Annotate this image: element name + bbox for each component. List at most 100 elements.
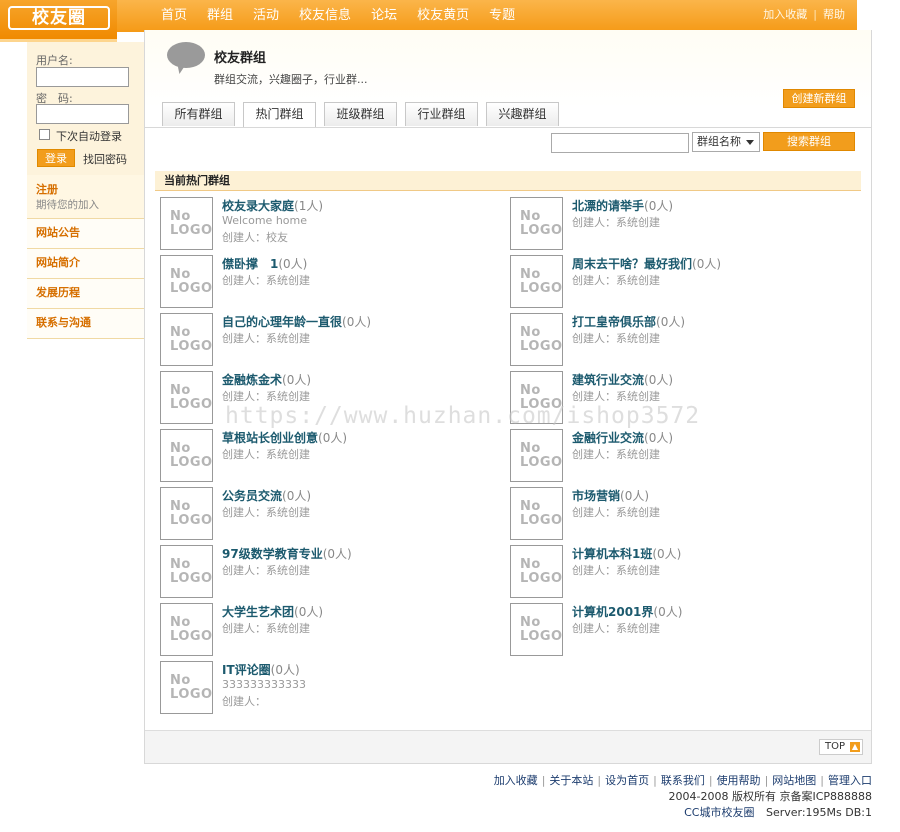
nav-home[interactable]: 首页: [161, 0, 187, 32]
group-logo-placeholder[interactable]: No LOGO: [510, 429, 563, 482]
top-navbar: 首页 群组 活动 校友信息 论坛 校友黄页 专题 加入收藏 | 帮助: [27, 0, 857, 32]
group-name: 公务员交流: [222, 489, 283, 503]
tab-industry-groups[interactable]: 行业群组: [405, 102, 478, 126]
footer-link-help[interactable]: 使用帮助: [717, 774, 761, 787]
group-logo-placeholder[interactable]: No LOGO: [510, 545, 563, 598]
search-input[interactable]: [551, 133, 689, 153]
group-member-count: (0人): [644, 199, 674, 213]
group-name-link[interactable]: 僸卧撑 1(0人): [222, 255, 307, 272]
group-name-link[interactable]: 周末去干啥？最好我们(0人): [572, 255, 721, 272]
group-creator: 创建人：系统创建: [222, 274, 310, 287]
footer-link-admin[interactable]: 管理入口: [828, 774, 872, 787]
footer-site-name[interactable]: CC城市校友圈: [684, 806, 754, 819]
back-to-top-button[interactable]: TOP ▲: [819, 739, 863, 755]
add-favorite-link[interactable]: 加入收藏: [763, 8, 807, 21]
group-logo-placeholder[interactable]: No LOGO: [160, 545, 213, 598]
create-group-button[interactable]: 创建新群组: [783, 89, 855, 108]
login-button[interactable]: 登录: [37, 149, 75, 167]
group-tabs: 所有群组 热门群组 班级群组 行业群组 兴趣群组: [162, 102, 567, 128]
group-name-link[interactable]: 金融行业交流(0人): [572, 429, 673, 446]
search-groups-button[interactable]: 搜索群组: [763, 132, 855, 151]
group-name: 北漂的请举手: [572, 199, 645, 213]
group-name-link[interactable]: 草根站长创业创意(0人): [222, 429, 347, 446]
group-name-link[interactable]: 市场营销(0人): [572, 487, 649, 504]
group-card: No LOGO 周末去干啥？最好我们(0人) 创建人：系统创建: [510, 255, 850, 309]
group-logo-placeholder[interactable]: No LOGO: [510, 487, 563, 540]
group-creator: 创建人：系统创建: [572, 506, 660, 519]
tab-all-groups[interactable]: 所有群组: [162, 102, 235, 126]
group-logo-placeholder[interactable]: No LOGO: [160, 661, 213, 714]
footer-link-favorite[interactable]: 加入收藏: [494, 774, 538, 787]
group-name: IT评论圈: [222, 663, 271, 677]
nav-forum[interactable]: 论坛: [371, 0, 397, 32]
group-name-link[interactable]: 北漂的请举手(0人): [572, 197, 673, 214]
no-logo-text: No LOGO: [170, 557, 213, 586]
group-logo-placeholder[interactable]: No LOGO: [510, 313, 563, 366]
group-creator: 创建人：系统创建: [572, 390, 660, 403]
group-name-link[interactable]: 公务员交流(0人): [222, 487, 311, 504]
group-logo-placeholder[interactable]: No LOGO: [160, 313, 213, 366]
tab-class-groups[interactable]: 班级群组: [324, 102, 397, 126]
sidebar-item-register[interactable]: 注册 期待您的加入: [27, 175, 144, 219]
remember-checkbox[interactable]: [39, 129, 50, 140]
group-logo-placeholder[interactable]: No LOGO: [160, 429, 213, 482]
help-link[interactable]: 帮助: [823, 8, 845, 21]
group-name-link[interactable]: 大学生艺术团(0人): [222, 603, 323, 620]
group-member-count: (0人): [270, 663, 300, 677]
nav-yellow-pages[interactable]: 校友黄页: [417, 0, 469, 32]
footer-link-homepage[interactable]: 设为首页: [605, 774, 649, 787]
group-name-link[interactable]: 计算机本科1班(0人): [572, 545, 681, 562]
username-input[interactable]: [36, 67, 129, 87]
group-logo-placeholder[interactable]: No LOGO: [510, 255, 563, 308]
group-card: No LOGO 草根站长创业创意(0人) 创建人：系统创建: [160, 429, 500, 483]
group-name-link[interactable]: 校友录大家庭(1人): [222, 197, 323, 214]
group-logo-placeholder[interactable]: No LOGO: [510, 197, 563, 250]
nav-topics[interactable]: 专题: [489, 0, 515, 32]
main-nav: 首页 群组 活动 校友信息 论坛 校友黄页 专题: [161, 0, 535, 32]
group-member-count: (1人): [294, 199, 324, 213]
group-name: 周末去干啥？最好我们: [572, 257, 693, 271]
group-name-link[interactable]: 金融炼金术(0人): [222, 371, 311, 388]
group-logo-placeholder[interactable]: No LOGO: [510, 371, 563, 424]
group-member-count: (0人): [653, 605, 683, 619]
sidebar-item-history[interactable]: 发展历程: [27, 279, 144, 309]
group-logo-placeholder[interactable]: No LOGO: [160, 603, 213, 656]
register-subtitle: 期待您的加入: [36, 199, 99, 211]
group-name: 金融炼金术: [222, 373, 283, 387]
footer-link-contact[interactable]: 联系我们: [661, 774, 705, 787]
group-name: 计算机2001界: [572, 605, 654, 619]
tab-interest-groups[interactable]: 兴趣群组: [486, 102, 559, 126]
footer-link-about[interactable]: 关于本站: [549, 774, 593, 787]
group-logo-placeholder[interactable]: No LOGO: [510, 603, 563, 656]
group-logo-placeholder[interactable]: No LOGO: [160, 255, 213, 308]
group-name-link[interactable]: 打工皇帝俱乐部(0人): [572, 313, 685, 330]
group-creator: 创建人：系统创建: [222, 390, 310, 403]
group-description: Welcome home: [222, 214, 307, 227]
tab-hot-groups[interactable]: 热门群组: [243, 102, 316, 128]
nav-groups[interactable]: 群组: [207, 0, 233, 32]
search-bar: 群组名称 搜索群组: [145, 127, 871, 161]
group-name-link[interactable]: 97级数学教育专业(0人): [222, 545, 352, 562]
nav-alumni-info[interactable]: 校友信息: [299, 0, 351, 32]
sidebar-item-announcements[interactable]: 网站公告: [27, 219, 144, 249]
group-name: 僸卧撑 1: [222, 257, 279, 271]
group-logo-placeholder[interactable]: No LOGO: [160, 487, 213, 540]
group-logo-placeholder[interactable]: No LOGO: [160, 371, 213, 424]
sidebar-item-about[interactable]: 网站简介: [27, 249, 144, 279]
group-name: 打工皇帝俱乐部: [572, 315, 657, 329]
nav-events[interactable]: 活动: [253, 0, 279, 32]
group-name-link[interactable]: 计算机2001界(0人): [572, 603, 682, 620]
footer-link-sitemap[interactable]: 网站地图: [772, 774, 816, 787]
password-input[interactable]: [36, 104, 129, 124]
no-logo-text: No LOGO: [520, 615, 563, 644]
search-type-select[interactable]: 群组名称: [692, 132, 760, 152]
group-creator: 创建人：系统创建: [572, 274, 660, 287]
group-name-link[interactable]: 建筑行业交流(0人): [572, 371, 673, 388]
group-logo-placeholder[interactable]: No LOGO: [160, 197, 213, 250]
forgot-password-link[interactable]: 找回密码: [83, 151, 127, 167]
group-name-link[interactable]: IT评论圈(0人): [222, 661, 300, 678]
sidebar-item-contact[interactable]: 联系与沟通: [27, 309, 144, 339]
group-name-link[interactable]: 自己的心理年龄一直很(0人): [222, 313, 371, 330]
site-logo[interactable]: 校友圈: [0, 0, 117, 42]
group-name: 草根站长创业创意: [222, 431, 319, 445]
